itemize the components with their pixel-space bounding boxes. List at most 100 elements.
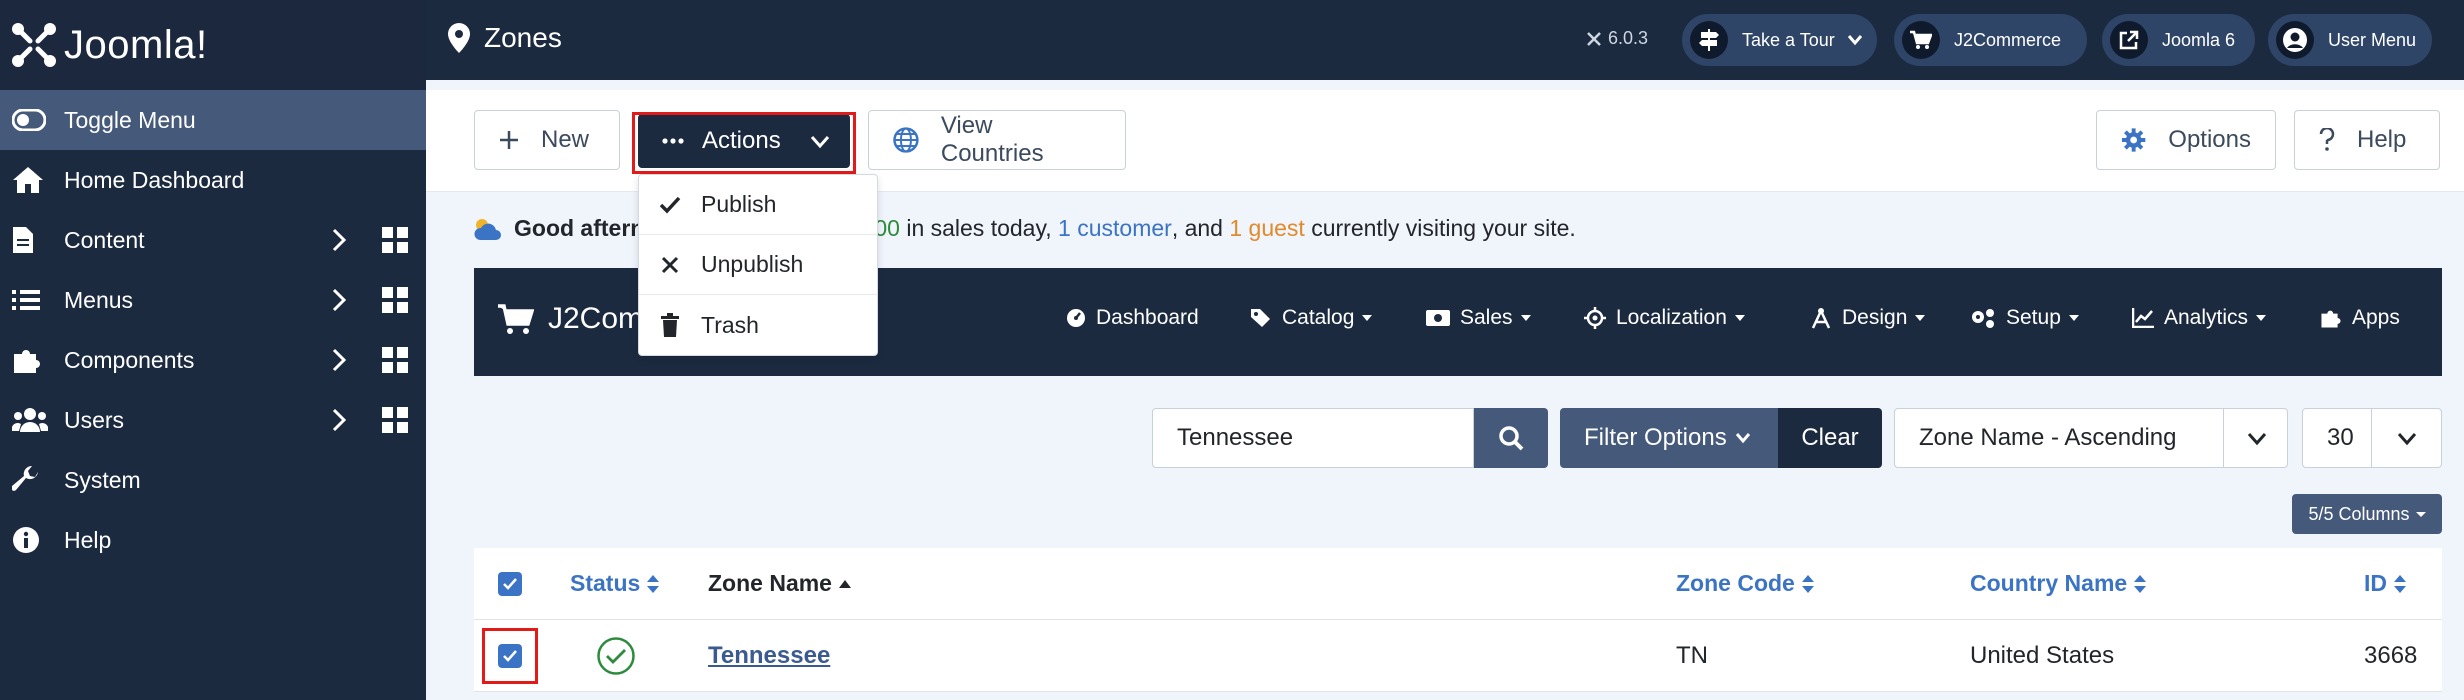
published-status-toggle[interactable]: [596, 636, 636, 681]
j2-nav-dashboard[interactable]: Dashboard: [1066, 306, 1199, 330]
sidebar-item-menus[interactable]: Menus: [0, 270, 426, 330]
pill-label: User Menu: [2328, 29, 2417, 50]
sidebar-item-users[interactable]: Users: [0, 390, 426, 450]
customer-link[interactable]: 1 customer: [1058, 215, 1172, 242]
joomla-6-link[interactable]: Joomla 6: [2102, 14, 2256, 66]
header: Zones 6.0.3 Take a Tour J2Commerce Jooml…: [426, 0, 2464, 80]
gauge-icon: [1067, 309, 1085, 327]
joomla-logo[interactable]: Joomla!: [0, 0, 426, 90]
filter-options-button[interactable]: Filter Options: [1560, 408, 1778, 468]
signpost-icon: [1690, 21, 1728, 59]
menu-item-label: Trash: [701, 311, 759, 338]
search-input[interactable]: Tennessee: [1152, 408, 1474, 468]
actions-dropdown-menu: Publish Unpublish Trash: [638, 174, 878, 356]
select-divider: [2371, 409, 2372, 467]
cart-icon: [498, 304, 534, 334]
chevron-right-icon[interactable]: [332, 288, 346, 312]
sidebar-item-content[interactable]: Content: [0, 210, 426, 270]
j2-nav-design[interactable]: Design: [1810, 306, 1926, 330]
menu-item-label: Unpublish: [701, 251, 804, 277]
options-label: Options: [2168, 126, 2251, 153]
zone-code-column-header[interactable]: Zone Code: [1676, 570, 1815, 597]
j2commerce-button[interactable]: J2Commerce: [1894, 14, 2088, 66]
trash-icon: [661, 313, 679, 337]
sidebar-item-home-dashboard[interactable]: Home Dashboard: [0, 150, 426, 210]
dashboard-grid-icon[interactable]: [382, 287, 408, 313]
dashboard-grid-icon[interactable]: [382, 227, 408, 253]
j2-nav-apps[interactable]: Apps: [2320, 306, 2400, 330]
sidebar-item-system[interactable]: System: [0, 450, 426, 510]
unpublish-menu-item[interactable]: Unpublish: [639, 235, 877, 295]
sort-select[interactable]: Zone Name - Ascending: [1894, 408, 2288, 468]
dropdown-caret: [1362, 315, 1373, 321]
money-icon: [1426, 310, 1450, 326]
sidebar-item-label: Users: [64, 406, 125, 433]
new-button[interactable]: New: [474, 110, 620, 170]
take-a-tour-button[interactable]: Take a Tour: [1682, 14, 1877, 66]
zone-name-column-header[interactable]: Zone Name: [708, 570, 852, 597]
j2-nav-analytics[interactable]: Analytics: [2132, 306, 2267, 330]
column-header-label: Zone Code: [1676, 570, 1795, 596]
j2-nav-setup[interactable]: Setup: [1970, 306, 2079, 330]
j2-nav-localization[interactable]: Localization: [1584, 306, 1745, 330]
x-icon: [661, 256, 679, 273]
sidebar-item-label: System: [64, 466, 141, 493]
sales-amount: 00: [874, 215, 900, 241]
options-button[interactable]: Options: [2096, 110, 2276, 170]
check-circle-icon: [597, 637, 635, 675]
trash-menu-item[interactable]: Trash: [639, 295, 877, 355]
joomla-logo-icon: [12, 23, 56, 67]
clear-label: Clear: [1801, 424, 1859, 451]
sort-select-value: Zone Name - Ascending: [1919, 424, 2177, 451]
sidebar-item-label: Help: [64, 526, 112, 553]
chevron-right-icon[interactable]: [332, 348, 346, 372]
map-marker-icon: [448, 23, 470, 53]
search-button[interactable]: [1474, 408, 1548, 468]
j2-nav-label: Analytics: [2164, 306, 2249, 329]
cloud-sun-icon: [474, 218, 501, 240]
status-column-header[interactable]: Status: [570, 570, 660, 597]
filter-options-label: Filter Options: [1584, 424, 1727, 451]
j2-nav-label: Catalog: [1282, 306, 1355, 329]
clear-button[interactable]: Clear: [1778, 408, 1882, 468]
chevron-right-icon[interactable]: [332, 228, 346, 252]
columns-toggle-button[interactable]: 5/5 Columns: [2292, 494, 2442, 534]
dropdown-caret: [1915, 315, 1926, 321]
sidebar-item-components[interactable]: Components: [0, 330, 426, 390]
zone-name-link[interactable]: Tennessee: [708, 642, 830, 670]
greeting-text: in sales today,: [899, 215, 1059, 241]
highlight-box: [482, 628, 538, 684]
list-icon: [12, 285, 52, 315]
dashboard-grid-icon[interactable]: [382, 347, 408, 373]
sort-icon: [647, 574, 660, 593]
puzzle-icon: [2321, 310, 2341, 328]
select-divider: [2223, 409, 2224, 467]
limit-select[interactable]: 30: [2302, 408, 2442, 468]
wrench-icon: [12, 465, 52, 495]
question-icon: [2319, 128, 2335, 151]
user-menu-button[interactable]: User Menu: [2268, 14, 2433, 66]
page-title-text: Zones: [484, 22, 562, 53]
line-chart-icon: [2132, 308, 2154, 328]
table-header: Status Zone Name Zone Code Country Name …: [474, 548, 2442, 620]
select-all-checkbox[interactable]: [498, 572, 522, 596]
joomla-small-icon: [1587, 31, 1601, 46]
help-button[interactable]: Help: [2294, 110, 2440, 170]
view-countries-button[interactable]: View Countries: [868, 110, 1126, 170]
column-header-label: Zone Name: [708, 570, 832, 596]
chevron-right-icon[interactable]: [332, 408, 346, 432]
country-name-column-header[interactable]: Country Name: [1970, 570, 2147, 597]
sidebar-item-help[interactable]: Help: [0, 510, 426, 570]
gear-icon: [2121, 128, 2146, 152]
sort-icon: [2394, 574, 2406, 593]
j2-nav-catalog[interactable]: Catalog: [1250, 306, 1373, 330]
guest-link[interactable]: 1 guest: [1229, 215, 1304, 242]
greeting-text: currently visiting your site.: [1304, 215, 1576, 241]
j2-nav-sales[interactable]: Sales: [1426, 306, 1531, 330]
toggle-menu-button[interactable]: Toggle Menu: [0, 90, 426, 150]
id-column-header[interactable]: ID: [2364, 570, 2407, 597]
publish-menu-item[interactable]: Publish: [639, 175, 877, 235]
puzzle-icon: [12, 345, 52, 375]
version-badge: 6.0.3: [1586, 28, 1648, 49]
dashboard-grid-icon[interactable]: [382, 407, 408, 433]
